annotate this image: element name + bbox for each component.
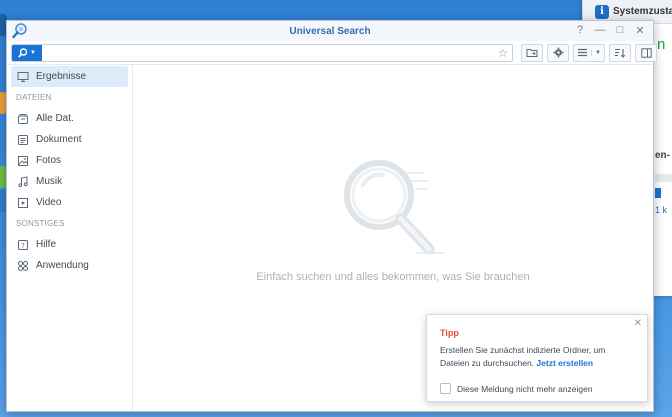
sidebar-item-results[interactable]: Ergebnisse	[11, 66, 128, 87]
window-controls: ? — □ ✕	[573, 23, 647, 37]
sidebar-item-photos[interactable]: Fotos	[11, 150, 128, 171]
add-folder-button[interactable]	[521, 43, 543, 62]
sidebar-item-label: Alle Dat.	[36, 113, 74, 124]
search-input[interactable]	[42, 44, 494, 61]
monitor-icon	[17, 71, 29, 82]
universal-search-logo-icon	[12, 23, 27, 39]
sidebar-item-label: Dokument	[36, 134, 82, 145]
list-icon	[578, 48, 588, 57]
sidebar-item-applications[interactable]: Anwendung	[11, 255, 128, 276]
tip-body: Erstellen Sie zunächst indizierte Ordner…	[440, 344, 636, 370]
link-fragment[interactable]: 1 k	[655, 205, 667, 215]
sidebar-item-label: Ergebnisse	[36, 71, 87, 82]
folder-add-icon	[526, 49, 538, 57]
dont-show-again-label: Diese Meldung nicht mehr anzeigen	[457, 383, 593, 394]
settings-button[interactable]	[547, 43, 569, 62]
status-fragment: n	[657, 36, 666, 53]
apps-icon	[18, 260, 28, 271]
help-icon: ?	[18, 239, 28, 250]
section-fragment: en-	[655, 150, 670, 161]
video-icon	[18, 197, 28, 208]
help-button[interactable]: ?	[573, 23, 587, 37]
title-bar[interactable]: Universal Search ? — □ ✕	[7, 21, 653, 41]
view-mode-button[interactable]: ▼	[573, 43, 605, 62]
background-window-title: Systemzusta	[613, 6, 672, 17]
sidebar-item-video[interactable]: Video	[11, 192, 128, 213]
sidebar: Ergebnisse DATEIEN Alle Dat. Dokument Fo…	[7, 65, 133, 411]
sidebar-item-label: Hilfe	[36, 239, 57, 250]
svg-text:?: ?	[21, 242, 25, 250]
files-icon	[18, 113, 28, 124]
sidebar-item-label: Video	[36, 197, 62, 208]
sort-button[interactable]	[609, 43, 631, 62]
document-icon	[18, 134, 28, 145]
empty-state-message: Einfach suchen und alles bekommen, was S…	[256, 271, 530, 283]
sort-icon	[615, 48, 626, 58]
window-title: Universal Search	[289, 25, 371, 37]
progress-bar	[655, 174, 672, 182]
search-box[interactable]: ▼ ☆	[11, 43, 513, 62]
panel-icon	[640, 47, 652, 58]
search-icon	[18, 47, 28, 57]
close-button[interactable]: ✕	[633, 23, 647, 37]
maximize-button[interactable]: □	[613, 23, 627, 37]
sidebar-item-help[interactable]: ? Hilfe	[11, 234, 128, 255]
sidebar-item-all-files[interactable]: Alle Dat.	[11, 108, 128, 129]
sidebar-section-files: DATEIEN	[16, 93, 52, 102]
toolbar: ▼ ☆ ▼	[7, 41, 657, 65]
sidebar-item-music[interactable]: Musik	[11, 171, 128, 192]
dont-show-again-checkbox[interactable]	[440, 383, 451, 394]
progress-bar-fill	[655, 188, 661, 198]
tip-close-icon[interactable]: ✕	[634, 318, 642, 329]
search-options-button[interactable]: ▼	[12, 44, 42, 61]
star-icon[interactable]: ☆	[494, 46, 512, 60]
gear-icon	[553, 47, 563, 58]
sidebar-item-label: Fotos	[36, 155, 62, 166]
sidebar-item-label: Musik	[36, 176, 63, 187]
photo-icon	[18, 155, 28, 166]
chevron-down-icon: ▼	[30, 49, 36, 56]
magnifier-illustration-icon	[344, 160, 445, 255]
sidebar-item-document[interactable]: Dokument	[11, 129, 128, 150]
sidebar-item-label: Anwendung	[36, 260, 89, 271]
tip-popup: Tipp ✕ Erstellen Sie zunächst indizierte…	[426, 314, 648, 402]
minimize-button[interactable]: —	[593, 23, 607, 37]
music-icon	[18, 175, 28, 187]
sidebar-section-other: SONSTIGES	[16, 219, 65, 228]
chevron-down-icon: ▼	[591, 49, 601, 56]
tip-title: Tipp	[440, 328, 459, 338]
create-now-link[interactable]: Jetzt erstellen	[536, 358, 593, 368]
dont-show-again-option[interactable]: Diese Meldung nicht mehr anzeigen	[440, 383, 593, 394]
toggle-panel-button[interactable]	[635, 43, 657, 62]
info-icon: i	[595, 4, 609, 19]
